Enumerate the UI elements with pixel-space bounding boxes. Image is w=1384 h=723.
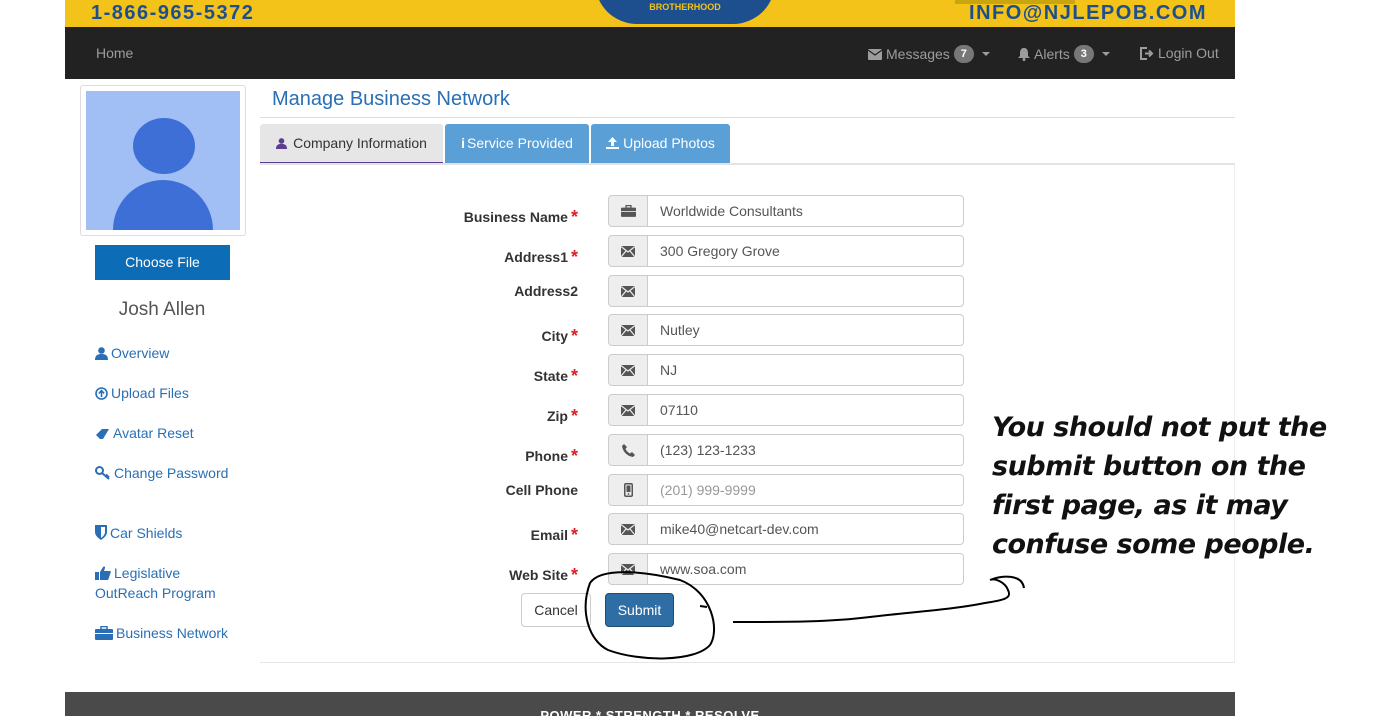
briefcase-icon	[95, 625, 113, 640]
state-field[interactable]	[647, 354, 964, 386]
sidebar-item-upload-files[interactable]: Upload Files	[95, 383, 245, 403]
top-banner: 1-866-965-5372 BROTHERHOOD INFO@NJLEPOB.…	[65, 0, 1235, 27]
sidebar-item-avatar-reset[interactable]: Avatar Reset	[95, 423, 245, 443]
user-icon	[95, 347, 108, 360]
shield-icon	[95, 525, 107, 540]
business-name-label: Business Name *	[463, 207, 578, 227]
zip-label: Zip *	[546, 406, 578, 426]
sidebar-item-legislative-outreach[interactable]: Legislative OutReach Program	[95, 563, 245, 603]
footer: POWER * STRENGTH * RESOLVE	[65, 692, 1235, 723]
state-label: State *	[533, 366, 578, 386]
profile-avatar-frame	[80, 85, 246, 236]
briefcase-icon	[608, 195, 648, 227]
nav-messages-label: Messages	[886, 46, 950, 62]
sign-out-icon	[1140, 46, 1154, 60]
alerts-count-badge: 3	[1073, 45, 1094, 63]
info-icon: i	[461, 135, 466, 151]
envelope-icon	[608, 354, 648, 386]
envelope-icon	[608, 275, 648, 307]
navbar: Home Messages 7 Alerts 3 Login Out	[65, 27, 1235, 79]
sidebar-item-label: Car Shields	[110, 525, 183, 541]
tabs-underline	[260, 163, 1235, 165]
nav-login-label: Login Out	[1158, 45, 1219, 61]
nav-alerts-label: Alerts	[1034, 46, 1070, 62]
zip-field[interactable]	[647, 394, 964, 426]
envelope-icon	[868, 48, 882, 60]
business-name-field[interactable]	[647, 195, 964, 227]
address2-label: Address2	[514, 283, 578, 299]
cell-phone-label: Cell Phone	[505, 482, 578, 498]
messages-count-badge: 7	[953, 45, 974, 63]
sidebar-item-label: Legislative OutReach Program	[95, 565, 216, 601]
city-field[interactable]	[647, 314, 964, 346]
seal-text: BROTHERHOOD	[649, 2, 721, 12]
tab-label: Company Information	[293, 135, 427, 151]
upload-circle-icon	[95, 387, 108, 400]
banner-email: INFO@NJLEPOB.COM	[969, 2, 1207, 24]
mobile-phone-icon	[608, 474, 648, 506]
bell-icon	[1018, 47, 1030, 61]
envelope-icon	[608, 235, 648, 267]
thumbs-up-icon	[95, 566, 111, 580]
sidebar-item-change-password[interactable]: Change Password	[95, 463, 245, 483]
eraser-icon	[96, 429, 109, 439]
tab-service-provided[interactable]: i Service Provided	[445, 124, 589, 163]
avatar	[86, 91, 240, 230]
submit-button[interactable]: Submit	[605, 593, 674, 627]
sidebar-item-business-network[interactable]: Business Network	[95, 623, 245, 643]
profile-username: Josh Allen	[118, 299, 206, 320]
envelope-icon	[608, 314, 648, 346]
email-label: Email *	[530, 525, 578, 545]
nav-messages-dropdown[interactable]: Messages 7	[868, 45, 990, 63]
chevron-down-icon	[1101, 52, 1110, 56]
tab-upload-photos[interactable]: Upload Photos	[591, 124, 730, 163]
sidebar-item-label: Business Network	[116, 625, 229, 641]
phone-icon	[608, 434, 648, 466]
tab-label: Upload Photos	[623, 135, 715, 151]
panel-border	[260, 662, 1235, 663]
sidebar-item-label: Upload Files	[111, 385, 189, 401]
phone-label: Phone *	[525, 446, 578, 466]
sidebar-item-car-shields[interactable]: Car Shields	[95, 523, 245, 543]
organization-seal-logo: BROTHERHOOD	[595, 0, 775, 24]
title-divider	[260, 117, 1235, 118]
email-field[interactable]	[647, 513, 964, 545]
nav-home-link[interactable]: Home	[96, 45, 133, 61]
sidebar-item-overview[interactable]: Overview	[95, 343, 245, 363]
sidebar-item-label: Avatar Reset	[113, 425, 194, 441]
envelope-icon	[608, 394, 648, 426]
banner-phone: 1-866-965-5372	[91, 2, 255, 24]
chevron-down-icon	[981, 52, 990, 56]
nav-login-link[interactable]: Login Out	[1140, 45, 1219, 61]
key-icon	[95, 466, 110, 480]
city-label: City *	[541, 326, 578, 346]
cell-phone-field[interactable]	[647, 474, 964, 506]
phone-field[interactable]	[647, 434, 964, 466]
page-title: Manage Business Network	[272, 88, 510, 110]
tab-company-information[interactable]: Company Information	[260, 124, 443, 164]
tab-label: Service Provided	[467, 135, 573, 151]
envelope-icon	[608, 553, 648, 585]
user-icon	[276, 138, 288, 149]
envelope-icon	[608, 513, 648, 545]
cancel-button[interactable]: Cancel	[521, 593, 591, 627]
avatar-body-shape	[113, 180, 213, 230]
review-annotation-text: You should not put the submit button on …	[992, 412, 1327, 560]
website-field[interactable]	[647, 553, 964, 585]
nav-alerts-dropdown[interactable]: Alerts 3	[1018, 45, 1110, 63]
address2-field[interactable]	[647, 275, 964, 307]
avatar-head-shape	[133, 118, 195, 174]
upload-icon	[606, 137, 620, 149]
website-label: Web Site *	[509, 565, 578, 585]
sidebar-item-label: Overview	[111, 345, 170, 361]
choose-file-button[interactable]: Choose File	[95, 245, 230, 280]
address1-label: Address1 *	[504, 247, 578, 267]
sidebar-item-label: Change Password	[114, 465, 229, 481]
address1-field[interactable]	[647, 235, 964, 267]
